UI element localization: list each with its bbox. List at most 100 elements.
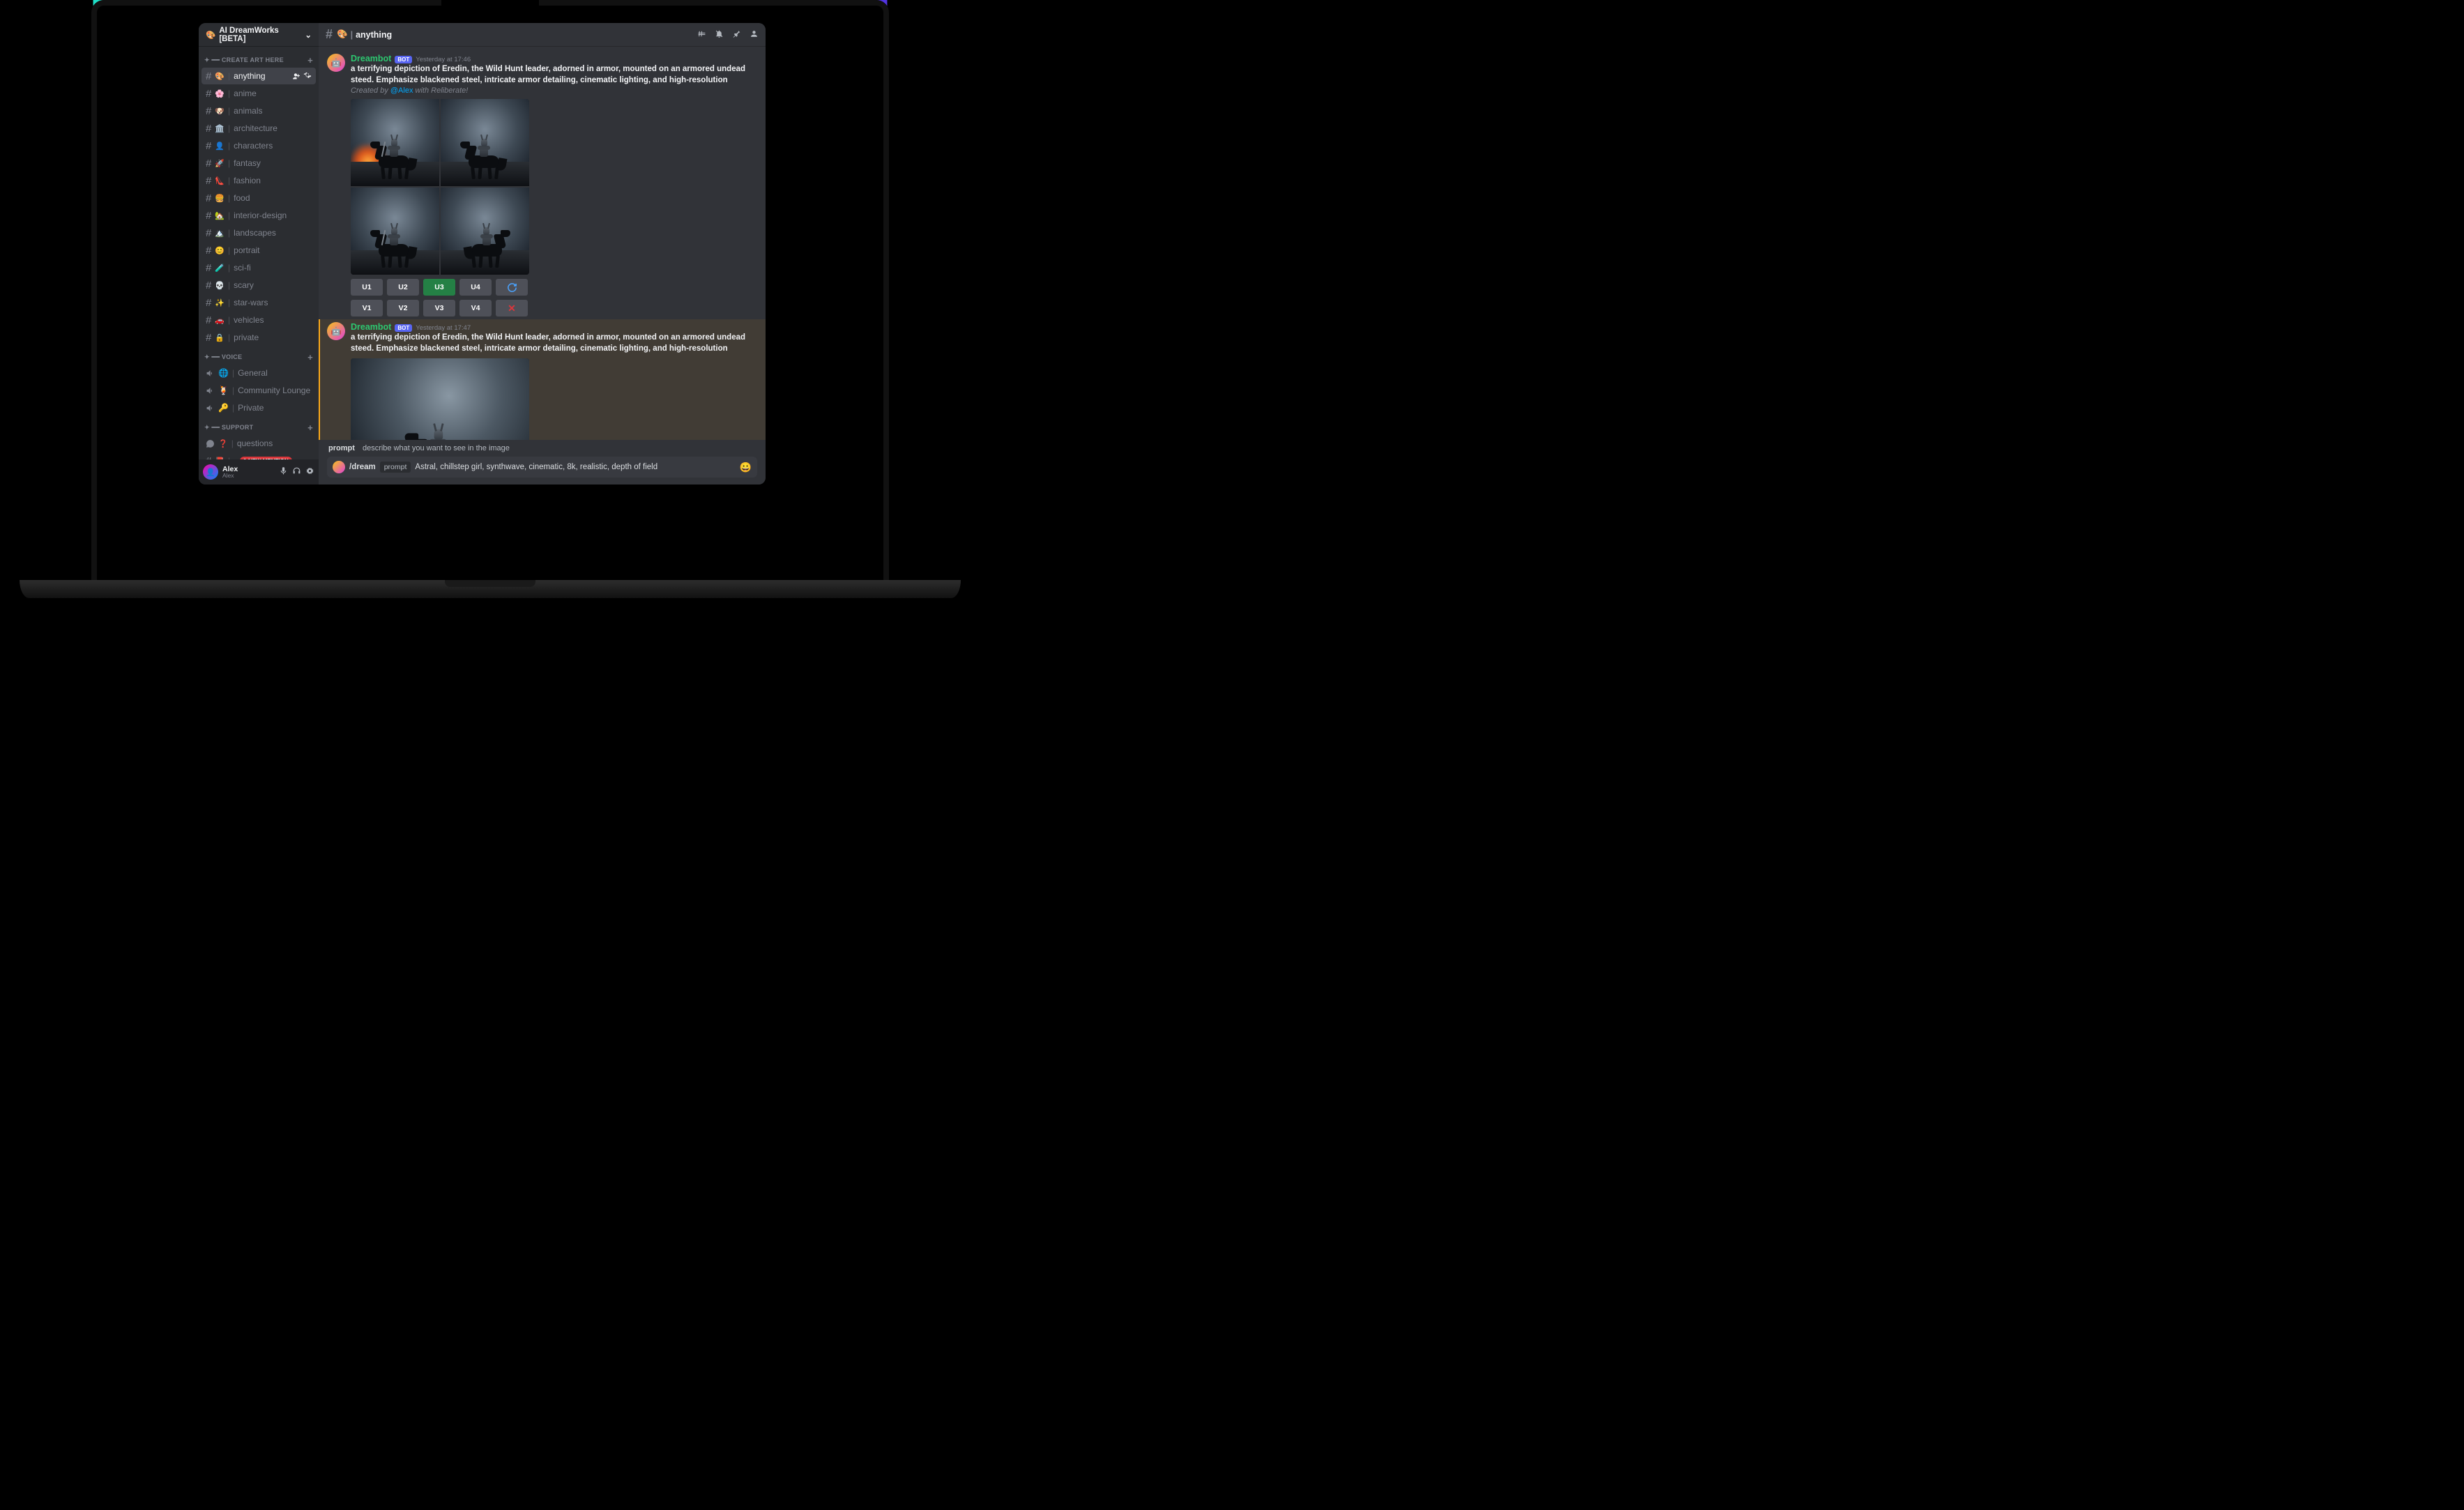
add-channel-icon[interactable]: + <box>307 422 313 433</box>
text-channel[interactable]: #👤|characters <box>201 137 316 154</box>
channel-emoji: 🏔️ <box>215 229 225 238</box>
user-avatar[interactable]: 👤 <box>203 464 218 480</box>
text-channel[interactable]: #🏡|interior-design <box>201 207 316 224</box>
hash-icon: # <box>206 332 211 344</box>
text-channel[interactable]: #🍔|food <box>201 190 316 206</box>
variation-button-v3[interactable]: V3 <box>423 300 455 317</box>
text-channel[interactable]: #🚗|vehicles <box>201 312 316 328</box>
variation-button-v2[interactable]: V2 <box>387 300 419 317</box>
variation-row: V1V2V3V4✕ <box>351 300 757 317</box>
hash-icon: # <box>206 105 211 117</box>
pinned-icon[interactable] <box>732 29 741 40</box>
text-channel[interactable]: #📕|1 NEW MENTION <box>201 452 316 459</box>
text-channel[interactable]: #🐶|animals <box>201 102 316 119</box>
hash-icon: # <box>326 27 333 42</box>
channel-emoji: 🧪 <box>215 264 225 273</box>
created-by: Created by @Alex with Reliberate! <box>351 86 757 95</box>
generated-image-2[interactable] <box>441 99 529 186</box>
hash-icon: # <box>206 158 211 169</box>
discord-window: 🎨 AI DreamWorks [BETA] ⌄ ✦ ━━ CREATE ART… <box>199 23 766 485</box>
channel-name: portrait <box>234 245 259 255</box>
channel-name: landscapes <box>234 228 276 238</box>
channel-name: interior-design <box>234 211 287 220</box>
channel-emoji: 👤 <box>215 142 225 151</box>
param-hint: prompt describe what you want to see in … <box>327 440 757 457</box>
user-status: Alex <box>222 473 238 479</box>
server-icon: 🎨 <box>206 30 215 40</box>
text-channel[interactable]: #😊|portrait <box>201 242 316 259</box>
threads-icon[interactable] <box>697 29 706 40</box>
generated-image-single[interactable] <box>351 358 529 440</box>
variation-button-v1[interactable]: V1 <box>351 300 383 317</box>
author-name[interactable]: Dreambot <box>351 322 391 332</box>
bot-avatar[interactable]: 🤖 <box>327 54 345 72</box>
hash-icon: # <box>206 227 211 239</box>
channel-name: fantasy <box>234 158 261 168</box>
laptop-base-notch <box>445 580 535 587</box>
image-grid[interactable] <box>351 99 529 275</box>
hash-icon: # <box>206 245 211 257</box>
user-info[interactable]: Alex Alex <box>222 466 238 479</box>
category-support[interactable]: ✦ ━━ SUPPORT + <box>201 417 316 434</box>
channel-name: food <box>234 193 250 203</box>
text-channel[interactable]: #🔒|private <box>201 329 316 346</box>
text-channel[interactable]: #👠|fashion <box>201 172 316 189</box>
channel-emoji: 🍹 <box>218 386 229 395</box>
bot-avatar[interactable]: 🤖 <box>327 322 345 340</box>
message-input[interactable]: /dream prompt Astral, chillstep girl, sy… <box>327 457 757 478</box>
emoji-picker-icon[interactable]: 😀 <box>740 462 752 473</box>
text-channel[interactable]: #🏛️|architecture <box>201 120 316 137</box>
text-channel[interactable]: #🏔️|landscapes <box>201 224 316 241</box>
upscale-button-u2[interactable]: U2 <box>387 279 419 296</box>
text-channel[interactable]: #🌸|anime <box>201 85 316 102</box>
mic-icon[interactable] <box>279 466 288 478</box>
upscale-button-u1[interactable]: U1 <box>351 279 383 296</box>
cancel-button[interactable]: ✕ <box>496 300 528 317</box>
input-value[interactable]: Astral, chillstep girl, synthwave, cinem… <box>415 463 735 471</box>
bot-tag: BOT <box>395 324 412 332</box>
notifications-icon[interactable] <box>715 29 724 40</box>
upscale-button-u4[interactable]: U4 <box>459 279 492 296</box>
text-channel[interactable]: #💀|scary <box>201 277 316 293</box>
channel-name: anything <box>356 30 392 40</box>
reroll-button[interactable] <box>496 279 528 296</box>
text-channel[interactable]: #🎨|anything <box>201 68 316 84</box>
message-list[interactable]: 🤖 Dreambot BOT Yesterday at 17:46 a terr… <box>319 47 766 440</box>
channel-name: vehicles <box>234 315 264 325</box>
variation-button-v4[interactable]: V4 <box>459 300 492 317</box>
text-channel[interactable]: #🚀|fantasy <box>201 155 316 171</box>
channel-name: anything <box>234 71 265 81</box>
gear-icon[interactable] <box>303 70 312 82</box>
category-voice[interactable]: ✦ ━━ VOICE + <box>201 346 316 364</box>
input-area: prompt describe what you want to see in … <box>319 440 766 485</box>
text-channel[interactable]: #✨|star-wars <box>201 294 316 311</box>
voice-channel[interactable]: 🔑|Private <box>201 399 316 416</box>
param-pill: prompt <box>380 462 411 473</box>
add-channel-icon[interactable]: + <box>307 352 313 363</box>
server-header[interactable]: 🎨 AI DreamWorks [BETA] ⌄ <box>199 23 319 47</box>
author-name[interactable]: Dreambot <box>351 54 391 63</box>
channel-emoji: 🎨 <box>215 72 225 81</box>
voice-channel[interactable]: 🍹|Community Lounge <box>201 382 316 399</box>
user-mention[interactable]: @Alex <box>390 86 413 95</box>
channel-name: architecture <box>234 123 277 133</box>
channel-emoji: ✨ <box>215 298 225 307</box>
settings-gear-icon[interactable] <box>305 466 314 478</box>
generated-image-1[interactable] <box>351 99 439 186</box>
channel-list[interactable]: ✦ ━━ CREATE ART HERE + #🎨|anything#🌸|ani… <box>199 47 319 459</box>
channel-emoji: 🚗 <box>215 316 225 325</box>
generated-image-3[interactable] <box>351 188 439 275</box>
laptop-notch <box>441 0 539 15</box>
invite-icon[interactable] <box>291 70 301 82</box>
add-channel-icon[interactable]: + <box>307 55 313 66</box>
channel-emoji: 🔑 <box>218 403 229 413</box>
channel-name: questions <box>237 438 273 448</box>
headphones-icon[interactable] <box>292 466 301 478</box>
voice-channel[interactable]: 🌐|General <box>201 365 316 381</box>
category-create-art[interactable]: ✦ ━━ CREATE ART HERE + <box>201 49 316 67</box>
text-channel[interactable]: #🧪|sci-fi <box>201 259 316 276</box>
text-channel[interactable]: ❓|questions <box>201 435 316 452</box>
members-icon[interactable] <box>750 29 759 40</box>
upscale-button-u3[interactable]: U3 <box>423 279 455 296</box>
generated-image-4[interactable] <box>441 188 529 275</box>
